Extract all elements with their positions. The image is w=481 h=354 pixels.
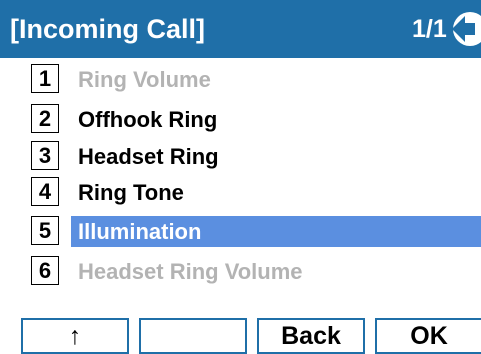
softkey-back[interactable]: Back	[257, 318, 365, 354]
screen-title: [Incoming Call]	[10, 14, 205, 44]
menu-number: 6	[31, 256, 59, 285]
menu-item-ring-tone[interactable]: 4 Ring Tone	[31, 177, 481, 208]
softkey-up-arrow[interactable]: ↑	[21, 318, 129, 354]
title-bar: [Incoming Call] 1/1	[0, 0, 481, 58]
menu-item-headset-ring[interactable]: 3 Headset Ring	[31, 141, 481, 172]
menu-label: Headset Ring	[78, 144, 219, 169]
softkey-blank[interactable]	[139, 318, 247, 354]
softkey-ok[interactable]: OK	[375, 318, 481, 354]
menu-label: Ring Tone	[78, 180, 184, 205]
menu-label: Offhook Ring	[78, 107, 218, 132]
menu-number: 4	[31, 177, 59, 206]
page-indicator: 1/1	[412, 15, 447, 43]
menu-number: 1	[31, 64, 59, 93]
menu-item-illumination[interactable]: 5 Illumination	[31, 216, 481, 247]
page-up-arrow-icon[interactable]	[448, 12, 481, 46]
menu-label: Illumination	[71, 216, 481, 247]
menu-number: 2	[31, 104, 59, 133]
menu-label: Ring Volume	[78, 67, 211, 92]
menu-label: Headset Ring Volume	[78, 259, 303, 284]
menu-number: 5	[31, 216, 59, 245]
menu-item-headset-ring-volume[interactable]: 6 Headset Ring Volume	[31, 256, 481, 287]
menu-item-ring-volume[interactable]: 1 Ring Volume	[31, 64, 481, 95]
menu-item-offhook-ring[interactable]: 2 Offhook Ring	[31, 104, 481, 135]
menu-number: 3	[31, 141, 59, 170]
